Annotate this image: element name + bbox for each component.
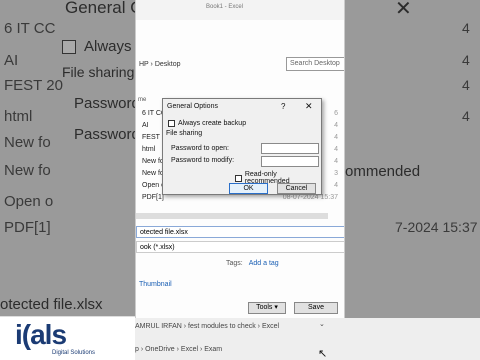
file-name: AI (142, 122, 149, 129)
thumbnail-checkbox-label[interactable]: Thumbnail (139, 281, 172, 288)
bg-side-item: FEST 20 (4, 77, 63, 94)
breadcrumb[interactable]: HP › Desktop (136, 61, 181, 68)
window-titlebar: Book1 - Excel (136, 0, 344, 20)
password-modify-label: Password to modify: (171, 157, 235, 164)
bg-side-item: Open o (4, 193, 54, 210)
file-sharing-label: File sharing (166, 130, 203, 137)
search-input[interactable]: Search Desktop (286, 57, 344, 71)
bg-right-item: 7-2024 15:37 (395, 219, 478, 235)
logo-text: i(als (15, 319, 67, 350)
bg-checkbox-box (62, 39, 76, 54)
help-icon[interactable]: ? (281, 102, 285, 111)
bg-side-item: New fo (4, 134, 51, 151)
bg-file-name: otected file.xlsx (0, 296, 103, 313)
file-date: 4 (334, 134, 338, 141)
cancel-button[interactable]: Cancel (277, 183, 316, 194)
mouse-cursor-icon: ↖ (318, 348, 328, 360)
checkbox-box[interactable] (235, 174, 242, 182)
chevron-down-icon: ▾ (274, 304, 278, 311)
bg-right-item: 4 (462, 52, 470, 68)
window-title: Book1 - Excel (206, 4, 244, 10)
bg-side-item: html (4, 108, 33, 125)
tools-button[interactable]: Tools ▾ (248, 302, 286, 314)
bg-side-item: 6 IT CC (4, 20, 56, 37)
password-modify-input[interactable] (261, 156, 319, 167)
tags-row: Tags: Add a tag (226, 260, 279, 267)
bg-password-2: Password (74, 126, 140, 143)
bg-side-item: PDF[1] (4, 219, 51, 236)
general-options-dialog: General Options ? ✕ Always create backup… (162, 98, 322, 195)
checkbox-box[interactable] (168, 120, 175, 127)
save-button[interactable]: Save (294, 302, 338, 314)
logo-subtitle: Digital Solutions (52, 350, 96, 356)
file-date: 4 (334, 182, 338, 189)
file-date: 4 (334, 122, 338, 129)
add-tag-link[interactable]: Add a tag (249, 260, 279, 267)
recent-path[interactable]: AMRUL IRFAN › fest modules to check › Ex… (135, 323, 279, 330)
bg-password-1: Password (74, 95, 140, 112)
bg-right-item: 4 (462, 108, 470, 124)
tools-label: Tools (256, 304, 273, 311)
file-date: 3 (334, 170, 338, 177)
bg-checkbox: Always c (62, 38, 143, 55)
recent-path[interactable]: p › OneDrive › Excel › Exam (135, 346, 222, 353)
bg-close-icon: ✕ (395, 0, 412, 20)
bg-right-item: 4 (462, 20, 470, 36)
file-name: html (142, 146, 156, 153)
bg-recommended: ommended (345, 163, 421, 180)
horizontal-scrollbar[interactable] (136, 213, 328, 219)
file-name: PDF[1] (142, 194, 164, 201)
file-name-field[interactable]: otected file.xlsx (136, 226, 344, 238)
password-open-input[interactable] (261, 143, 319, 154)
watermark-logo: i(als Digital Solutions (0, 316, 135, 360)
ok-button[interactable]: OK (229, 183, 268, 194)
bg-file-sharing: File sharing (62, 64, 135, 80)
save-as-type-select[interactable]: ook (*.xlsx) (136, 241, 344, 253)
always-backup-checkbox[interactable]: Always create backup (168, 120, 246, 127)
password-open-label: Password to open: (171, 145, 229, 152)
chevron-down-icon: ⌄ (319, 321, 325, 328)
always-backup-label: Always create backup (178, 120, 247, 127)
close-icon[interactable]: ✕ (305, 101, 313, 112)
tags-label: Tags: (226, 260, 243, 267)
bg-side-item: AI (4, 52, 19, 69)
bottom-path-bar: AMRUL IRFAN › fest modules to check › Ex… (135, 318, 480, 360)
dialog-title: General Options (167, 103, 218, 110)
file-date: 4 (334, 158, 338, 165)
bg-side-item: New fo (4, 162, 51, 179)
file-date: 4 (334, 146, 338, 153)
bg-right-item: 4 (462, 77, 470, 93)
file-date: 6 (334, 110, 338, 117)
